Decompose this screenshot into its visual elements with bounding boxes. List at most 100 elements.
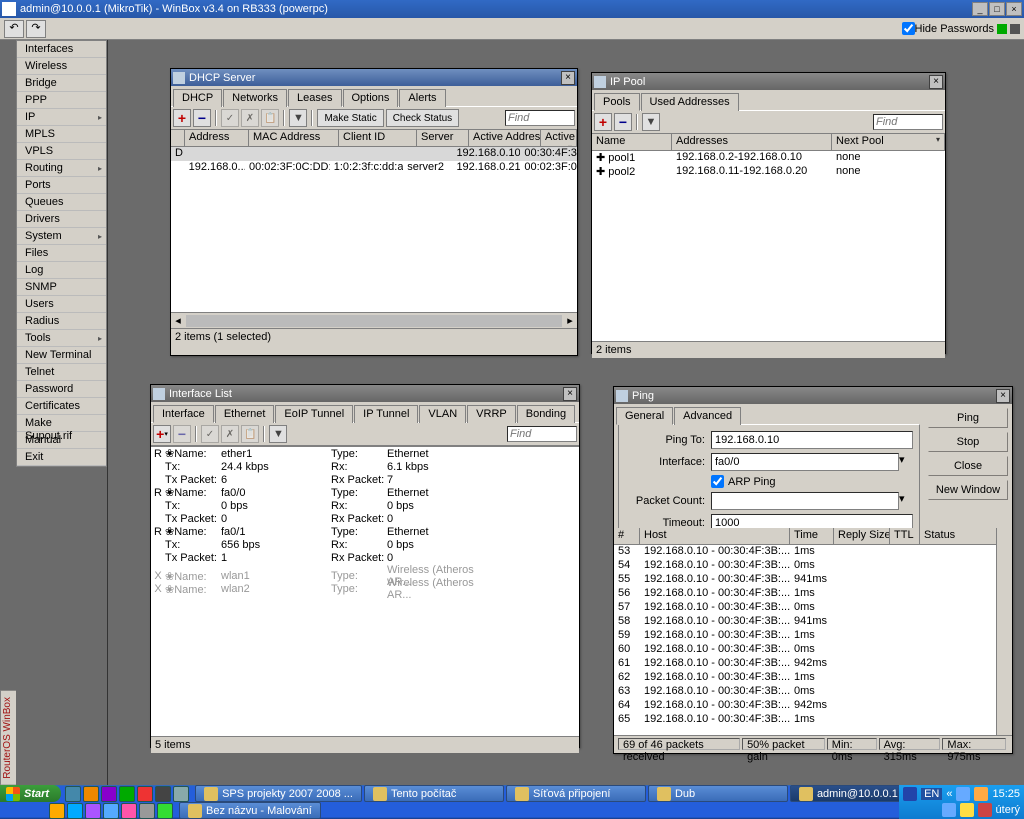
col-server[interactable]: Server (417, 130, 469, 146)
ping-row[interactable]: 65192.168.0.10 - 00:30:4F:3B:...1ms (614, 713, 1012, 723)
tab-alerts[interactable]: Alerts (399, 89, 445, 107)
app-close-button[interactable]: × (1006, 2, 1022, 16)
redo-button[interactable]: ↷ (26, 20, 46, 38)
task-button[interactable]: Síťová připojení (506, 785, 646, 802)
tab-pools[interactable]: Pools (594, 93, 640, 111)
col-name[interactable]: Name (592, 134, 672, 150)
tray-icon[interactable] (960, 803, 974, 817)
ql-icon[interactable] (103, 803, 119, 819)
dhcp-close-button[interactable]: × (561, 71, 575, 85)
nav-item-tools[interactable]: Tools (17, 330, 106, 347)
interface-dropdown[interactable]: ▾ (899, 453, 913, 471)
nav-item-drivers[interactable]: Drivers (17, 211, 106, 228)
start-button[interactable]: Start (0, 785, 61, 802)
add-button[interactable]: + (173, 109, 191, 127)
col-mac[interactable]: MAC Address (249, 130, 339, 146)
nav-item-system[interactable]: System (17, 228, 106, 245)
nav-item-interfaces[interactable]: Interfaces (17, 41, 106, 58)
nav-item-routing[interactable]: Routing (17, 160, 106, 177)
check-status-button[interactable]: Check Status (386, 109, 459, 127)
ping-row[interactable]: 55192.168.0.10 - 00:30:4F:3B:...941ms (614, 573, 1012, 587)
task-button[interactable]: SPS projekty 2007 2008 ... (195, 785, 362, 802)
ping-row[interactable]: 56192.168.0.10 - 00:30:4F:3B:...1ms (614, 587, 1012, 601)
pool-titlebar[interactable]: IP Pool × (592, 73, 945, 90)
ping-close-button[interactable]: × (996, 389, 1010, 403)
iflist-item[interactable]: R❀Name:ether1Type:Ethernet (151, 447, 579, 460)
nav-item-radius[interactable]: Radius (17, 313, 106, 330)
ql-icon[interactable] (155, 786, 171, 802)
nav-item-manual[interactable]: Manual (17, 432, 106, 449)
iflist-body[interactable]: R❀Name:ether1Type:EthernetTx:24.4 kbpsRx… (151, 446, 579, 736)
nav-item-exit[interactable]: Exit (17, 449, 106, 466)
tab-networks[interactable]: Networks (223, 89, 287, 107)
dhcp-row[interactable]: D192.168.0.1000:30:4F:3 (171, 147, 577, 161)
ping-titlebar[interactable]: Ping × (614, 387, 1012, 404)
col-time[interactable]: Time (790, 528, 834, 544)
nav-item-queues[interactable]: Queues (17, 194, 106, 211)
tab-dhcp[interactable]: DHCP (173, 89, 222, 107)
ping-vscroll[interactable] (996, 528, 1012, 735)
tray-icon[interactable] (942, 803, 956, 817)
nav-item-ppp[interactable]: PPP (17, 92, 106, 109)
ql-icon[interactable] (173, 786, 189, 802)
ping-row[interactable]: 57192.168.0.10 - 00:30:4F:3B:...0ms (614, 601, 1012, 615)
task-button[interactable]: Dub (648, 785, 788, 802)
iflist-close-button[interactable]: × (563, 387, 577, 401)
side-tab[interactable]: RouterOS WinBox (0, 691, 16, 785)
tab-bonding[interactable]: Bonding (517, 405, 575, 423)
ping-row[interactable]: 64192.168.0.10 - 00:30:4F:3B:...942ms (614, 699, 1012, 713)
tab-vlan[interactable]: VLAN (419, 405, 466, 423)
system-tray[interactable]: EN « 15:25 úterý (899, 785, 1024, 819)
tab-vrrp[interactable]: VRRP (467, 405, 516, 423)
ping-button[interactable]: Ping (928, 408, 1008, 428)
ql-icon[interactable] (83, 786, 99, 802)
ping-row[interactable]: 59192.168.0.10 - 00:30:4F:3B:...1ms (614, 629, 1012, 643)
dhcp-row[interactable]: 192.168.0...00:02:3F:0C:DD:A81:0:2:3f:c:… (171, 161, 577, 175)
nav-item-snmp[interactable]: SNMP (17, 279, 106, 296)
packet-count-input[interactable] (711, 492, 899, 510)
new-window-button[interactable]: New Window (928, 480, 1008, 500)
comment-button[interactable]: 📋 (261, 109, 279, 127)
filter-button[interactable]: ▼ (289, 109, 307, 127)
pool-row[interactable]: ✚ pool1192.168.0.2-192.168.0.10none (592, 151, 945, 165)
pool-add-button[interactable]: + (594, 113, 612, 131)
iflist-filter-button[interactable]: ▼ (269, 425, 287, 443)
iflist-item[interactable]: R❀Name:fa0/1Type:Ethernet (151, 525, 579, 538)
remove-button[interactable]: − (193, 109, 211, 127)
nav-item-log[interactable]: Log (17, 262, 106, 279)
tab-interface[interactable]: Interface (153, 405, 214, 423)
iflist-item[interactable]: R❀Name:fa0/0Type:Ethernet (151, 486, 579, 499)
ping-table[interactable]: # Host Time Reply Size TTL Status 53192.… (614, 528, 1012, 735)
pool-table[interactable]: Name Addresses Next Pool ✚ pool1192.168.… (592, 134, 945, 341)
dhcp-table[interactable]: Address MAC Address Client ID Server Act… (171, 130, 577, 328)
nav-item-telnet[interactable]: Telnet (17, 364, 106, 381)
make-static-button[interactable]: Make Static (317, 109, 383, 127)
tab-leases[interactable]: Leases (288, 89, 341, 107)
pool-close-button[interactable]: × (929, 75, 943, 89)
task-button[interactable]: Tento počítač (364, 785, 504, 802)
tab-eoip-tunnel[interactable]: EoIP Tunnel (275, 405, 353, 423)
ql-icon[interactable] (119, 786, 135, 802)
interface-input[interactable] (711, 453, 899, 471)
tab-advanced[interactable]: Advanced (674, 407, 741, 425)
tab-used-addresses[interactable]: Used Addresses (641, 93, 739, 111)
tab-general[interactable]: General (616, 407, 673, 425)
nav-item-new-terminal[interactable]: New Terminal (17, 347, 106, 364)
ql-icon[interactable] (121, 803, 137, 819)
col-seq[interactable]: # (614, 528, 640, 544)
nav-item-wireless[interactable]: Wireless (17, 58, 106, 75)
nav-item-ip[interactable]: IP (17, 109, 106, 126)
iflist-enable-button[interactable]: ✓ (201, 425, 219, 443)
nav-item-users[interactable]: Users (17, 296, 106, 313)
tab-ethernet[interactable]: Ethernet (215, 405, 275, 423)
tray-icon[interactable] (974, 787, 988, 801)
ql-icon[interactable] (137, 786, 153, 802)
col-host[interactable]: Host (640, 528, 790, 544)
ql-icon[interactable] (101, 786, 117, 802)
nav-item-bridge[interactable]: Bridge (17, 75, 106, 92)
ping-to-input[interactable] (711, 431, 913, 449)
col-nextpool[interactable]: Next Pool (832, 134, 945, 150)
hide-passwords-checkbox[interactable]: Hide Passwords (902, 22, 994, 35)
tab-options[interactable]: Options (343, 89, 399, 107)
dhcp-find-input[interactable] (505, 110, 575, 126)
